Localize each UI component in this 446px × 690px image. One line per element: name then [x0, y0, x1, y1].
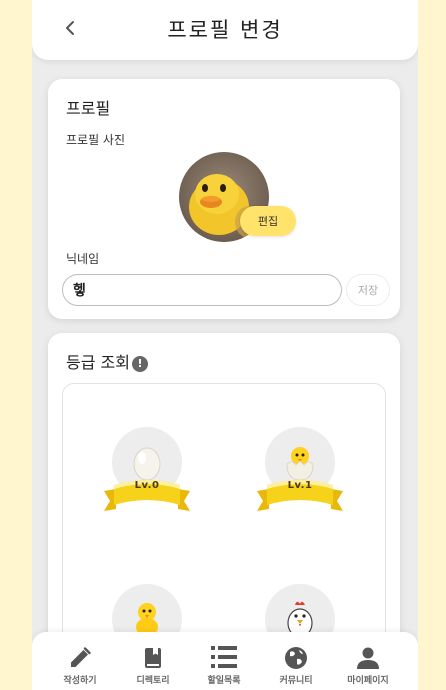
globe-icon [285, 647, 307, 669]
hatching-chick-icon [286, 447, 314, 481]
pencil-icon [71, 647, 91, 667]
nav-label: 커뮤니티 [279, 676, 313, 686]
grade-level-label: Lv.1 [287, 480, 313, 491]
grade-item-lv1: Lv.1 [255, 427, 345, 527]
grade-section-title: 등급 조회! [66, 349, 148, 373]
book-icon [145, 648, 161, 668]
nav-item-todo[interactable]: 할일목록 [192, 644, 256, 686]
nav-label: 할일목록 [207, 676, 241, 686]
top-bar: 프로필 변경 [32, 0, 418, 60]
profile-card: 프로필 프로필 사진 편집 닉네임 저장 [48, 79, 400, 319]
grade-item-lv0: Lv.0 [102, 427, 192, 527]
page-title: 프로필 변경 [167, 18, 283, 42]
bottom-navigation: 작성하기 디렉토리 할일목록 커뮤니티 마이페이지 [32, 632, 418, 690]
profile-photo-label: 프로필 사진 [66, 133, 126, 147]
app-screen: 프로필 변경 프로필 프로필 사진 편집 닉네임 저장 등급 조회! [32, 0, 418, 690]
nickname-label: 닉네임 [66, 252, 100, 266]
nav-item-write[interactable]: 작성하기 [48, 644, 112, 686]
grade-level-label: Lv.0 [134, 480, 160, 491]
nav-label: 작성하기 [63, 676, 97, 686]
edit-photo-button[interactable]: 편집 [240, 206, 296, 236]
grade-card: 등급 조회! Lv.0 Lv.1 [48, 333, 400, 673]
profile-section-title: 프로필 [66, 99, 111, 118]
person-icon [357, 647, 379, 669]
save-button[interactable]: 저장 [346, 274, 390, 306]
nav-item-mypage[interactable]: 마이페이지 [336, 644, 400, 686]
grade-title-text: 등급 조회 [66, 353, 130, 372]
nav-item-directory[interactable]: 디렉토리 [121, 644, 185, 686]
nav-label: 디렉토리 [136, 676, 170, 686]
info-icon[interactable]: ! [131, 355, 148, 372]
nav-item-community[interactable]: 커뮤니티 [264, 644, 328, 686]
egg-icon [133, 447, 161, 481]
grade-list: Lv.0 Lv.1 [62, 383, 386, 673]
list-icon [211, 646, 237, 668]
nav-label: 마이페이지 [347, 676, 389, 686]
nickname-input[interactable] [62, 274, 342, 306]
